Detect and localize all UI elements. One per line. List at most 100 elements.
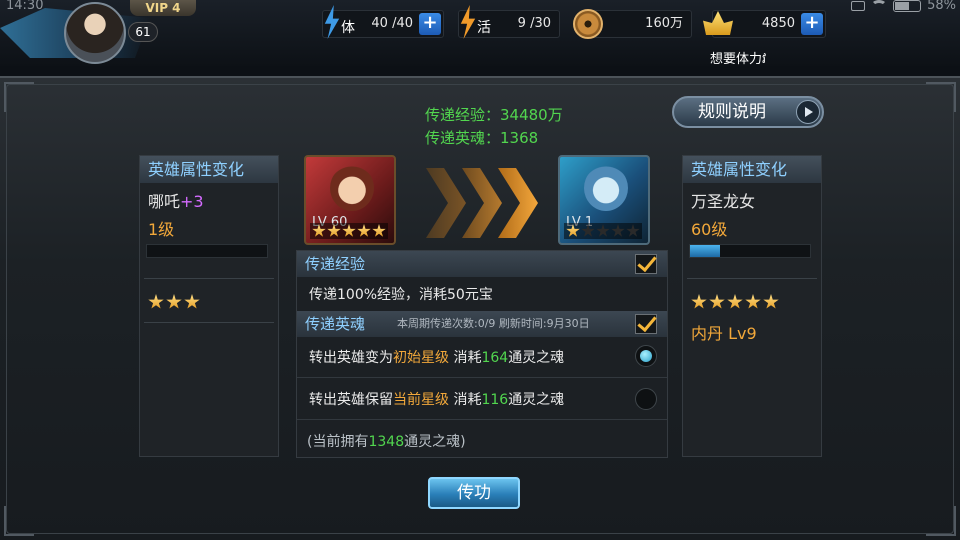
copper-value: 160万 [645,16,683,31]
soul-section-subtitle: 本周期传递次数:0/9 刷新时间:9月30日 [397,317,590,330]
star-icon [596,224,610,237]
right-panel-title: 英雄属性变化 [683,156,821,183]
message-icon [851,0,866,11]
gold-resource: 4850 + [703,10,826,38]
player-level-badge: 61 [128,22,158,42]
soul-section-header: 传递英魂 本周期传递次数:0/9 刷新时间:9月30日 [297,311,667,337]
star-icon [691,294,707,309]
star-icon [342,224,356,237]
owned-text: 通灵之魂) [404,434,466,450]
battery-icon [893,0,922,12]
option-text: 消耗 [449,350,482,366]
soul-option-initial-star[interactable]: 转出英雄变为初始星级 消耗164通灵之魂 [309,347,564,367]
left-panel-title: 英雄属性变化 [140,156,278,183]
divider [687,278,817,279]
owned-text: (当前拥有 [307,434,369,450]
divider [144,322,274,323]
left-hero-name-row: 哪吒+3 [148,188,204,212]
player-avatar[interactable] [64,2,126,64]
right-hero-level: 60级 [691,220,728,239]
stamina-bolt-icon [324,5,340,39]
soul-checkbox[interactable] [635,314,657,334]
arrow-right-icon [796,100,820,124]
star-icon [327,224,341,237]
option-highlight: 初始星级 [393,350,449,366]
left-exp-bar [146,244,268,258]
stamina-hint-text: 想要体力វ [710,52,767,67]
right-exp-bar-fill [690,245,720,257]
option-text: 消耗 [449,392,482,408]
left-hero-attributes-panel: 英雄属性变化 哪吒+3 1级 [139,155,279,457]
copper-coin-icon [573,9,603,39]
star-icon [357,224,371,237]
option-cost: 164 [481,350,509,366]
energy-label: 活 [477,20,491,36]
gold-value: 4850 [761,16,795,31]
gold-add-button[interactable]: + [801,13,823,35]
source-hero-portrait [330,165,374,211]
star-icon [184,294,200,309]
exp-section-title: 传递经验 [305,255,366,273]
target-hero-stars [564,223,642,239]
frame-corner-ornament [926,82,956,112]
source-hero-stars [310,223,388,239]
star-icon [763,294,779,309]
soul-section-title: 传递英魂 [305,315,366,333]
soul-option-keep-star[interactable]: 转出英雄保留当前星级 消耗116通灵之魂 [309,389,564,409]
option2-radio[interactable] [635,388,657,410]
exp-section-header: 传递经验 [297,251,667,277]
stamina-label: 体 [341,20,355,36]
copper-resource: 160万 [573,9,692,39]
top-status-bar: 14:30 58% 61 VIP 4 体 40 /40 + 活 9 /30 16… [0,0,960,67]
frame-corner-ornament [4,82,34,112]
frame-corner-ornament [4,506,34,536]
stamina-add-button[interactable]: + [419,13,441,35]
system-tray: 58% [851,0,956,13]
transfer-soul-total: 传递英魂：1368 [425,129,539,147]
energy-value: 9 /30 [517,16,551,31]
battery-percent: 58% [927,0,956,13]
target-hero-card[interactable]: LV 1 [558,155,650,245]
star-icon [312,224,326,237]
left-hero-stars [148,294,200,310]
star-icon [727,294,743,309]
vip-badge[interactable]: VIP 4 [130,0,196,16]
star-icon [745,294,761,309]
star-icon [626,224,640,237]
star-icon [611,224,625,237]
option-text: 转出英雄保留 [309,392,393,408]
star-icon [581,224,595,237]
star-icon [148,294,164,309]
exp-section-desc: 传递100%经验，消耗50元宝 [309,287,493,303]
stamina-value: 40 /40 [371,16,413,31]
divider [144,278,274,279]
option-cost: 116 [481,392,509,408]
rules-button[interactable]: 规则说明 [672,96,824,128]
left-hero-level: 1级 [148,220,175,239]
target-hero-portrait [584,165,628,211]
energy-resource: 活 9 /30 [458,5,560,39]
exp-checkbox[interactable] [635,254,657,274]
divider [297,419,667,420]
star-icon [372,224,386,237]
option-highlight: 当前星级 [393,392,449,408]
right-hero-stars [691,294,779,310]
transfer-exp-total: 传递经验：34480万 [425,106,563,124]
transfer-button[interactable]: 传功 [428,477,520,509]
star-icon [566,224,580,237]
option1-radio[interactable] [635,345,657,367]
rules-button-label: 规则说明 [698,102,766,122]
option-text: 转出英雄变为 [309,350,393,366]
left-hero-name: 哪吒 [148,192,181,211]
option-text: 通灵之魂 [508,392,565,408]
frame-corner-ornament [926,506,956,536]
star-icon [709,294,725,309]
owned-souls-text: (当前拥有1348通灵之魂) [307,431,466,451]
right-hero-name: 万圣龙女 [691,192,756,211]
source-hero-card[interactable]: LV 60 [304,155,396,245]
right-hero-neidan: 内丹 Lv9 [691,324,757,343]
energy-bolt-icon [460,5,476,39]
divider [297,377,667,378]
option-text: 通灵之魂 [508,350,565,366]
left-hero-plus: +3 [180,192,204,211]
